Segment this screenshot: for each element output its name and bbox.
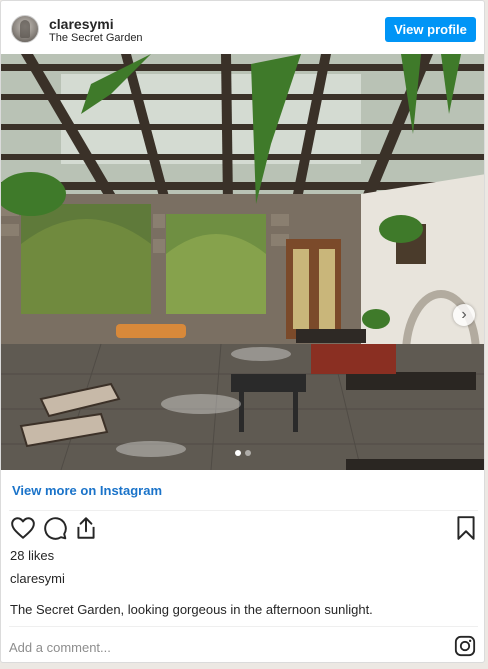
view-more-link[interactable]: View more on Instagram <box>12 483 162 498</box>
username[interactable]: claresymi <box>49 16 114 32</box>
caption-text: The Secret Garden, looking gorgeous in t… <box>10 602 373 617</box>
post-header: claresymi The Secret Garden View profile <box>1 1 484 54</box>
heart-icon[interactable] <box>10 515 36 541</box>
share-icon[interactable] <box>73 515 99 541</box>
caption-username[interactable]: claresymi <box>10 571 65 586</box>
comment-input[interactable] <box>9 638 429 656</box>
comment-icon[interactable] <box>42 515 68 541</box>
divider <box>9 510 478 511</box>
carousel-dot-2 <box>244 450 251 456</box>
carousel-next-button[interactable]: › <box>453 304 475 326</box>
garden-photo-illustration <box>1 54 484 470</box>
carousel-dot-1 <box>234 450 241 456</box>
likes-count: 28 likes <box>10 548 55 563</box>
avatar[interactable] <box>11 15 39 43</box>
location[interactable]: The Secret Garden <box>49 32 143 44</box>
divider <box>9 626 478 627</box>
post-photo[interactable]: › <box>1 54 484 470</box>
chevron-right-icon: › <box>461 306 467 323</box>
instagram-embed-card: claresymi The Secret Garden View profile <box>0 0 485 663</box>
instagram-icon[interactable] <box>454 635 476 657</box>
bookmark-icon[interactable] <box>453 515 479 541</box>
view-profile-button[interactable]: View profile <box>385 17 476 42</box>
carousel-indicator <box>1 450 484 456</box>
